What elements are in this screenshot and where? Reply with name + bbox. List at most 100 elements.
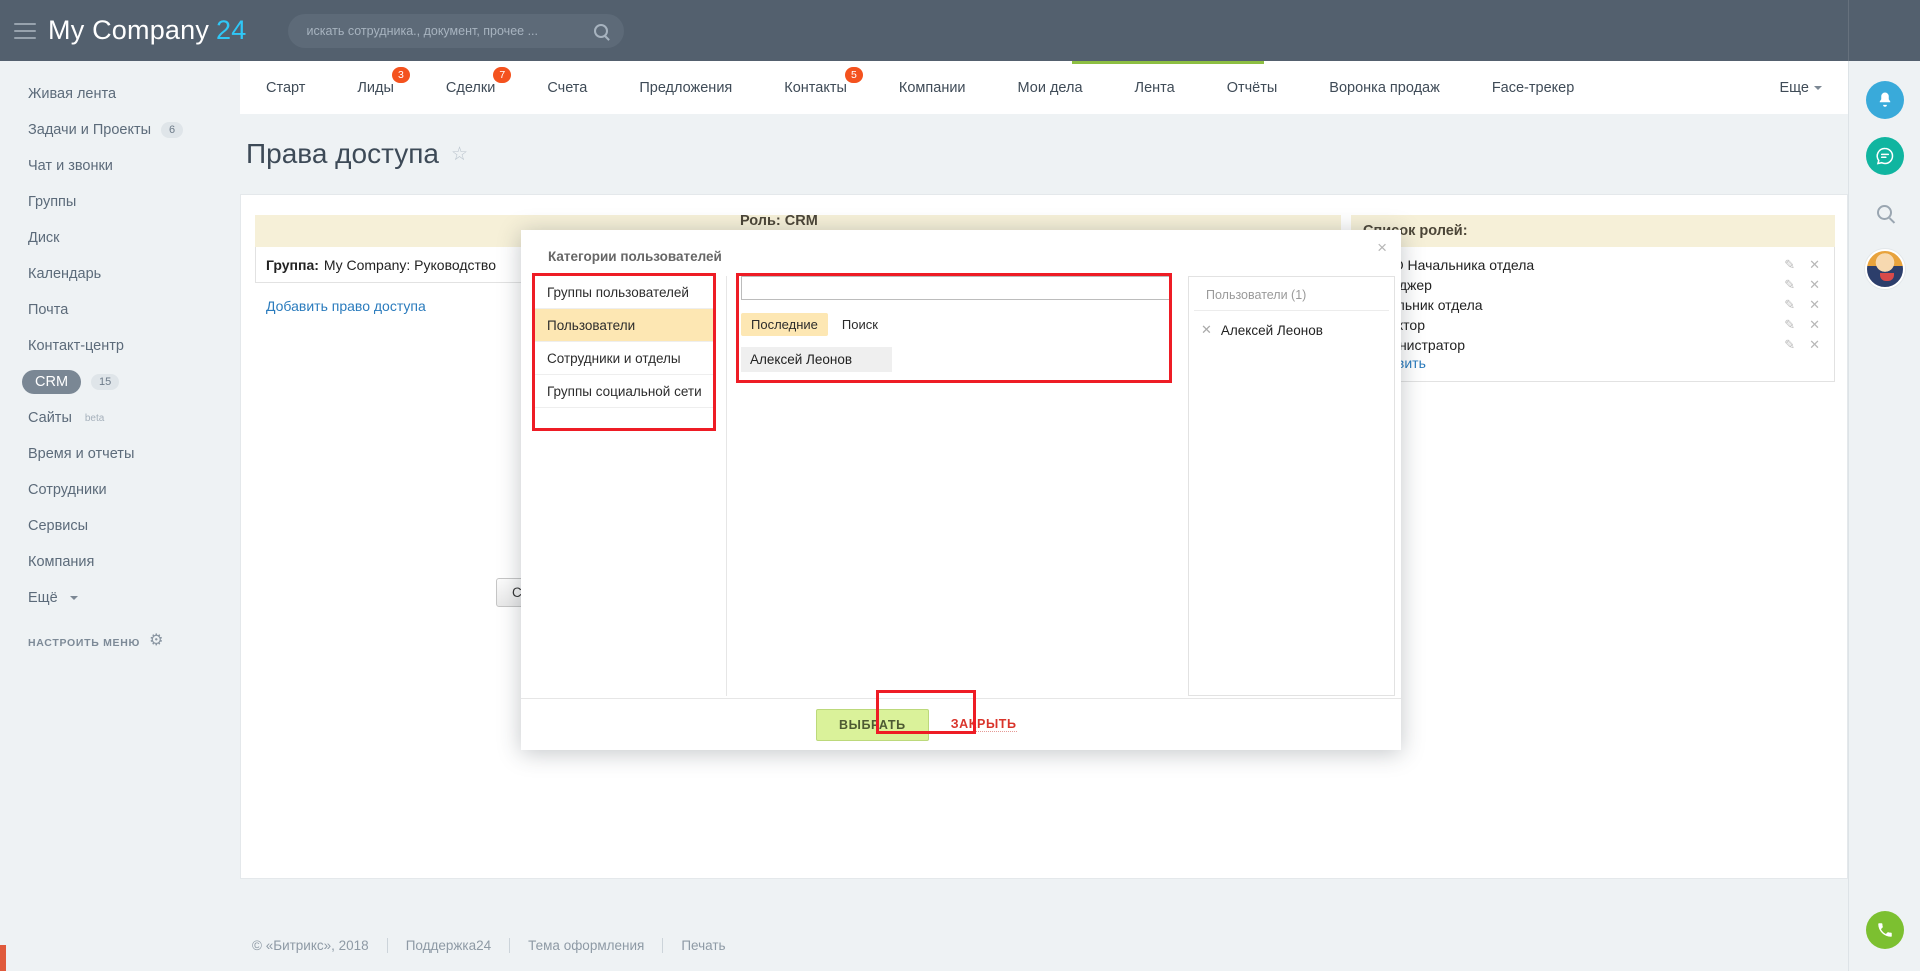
crm-tab-3[interactable]: Счета [521,61,613,114]
crm-tab-0[interactable]: Старт [240,61,331,114]
crm-tab-8[interactable]: Лента [1109,61,1201,114]
user-search-input[interactable] [741,276,1171,300]
crm-tab-count: 7 [493,67,511,83]
sidebar-item-6[interactable]: Почта [0,292,240,328]
close-icon[interactable]: ✕ [1809,257,1820,273]
footer-link-theme[interactable]: Тема оформления [510,938,662,953]
pencil-icon[interactable]: ✎ [1784,277,1795,293]
left-sidebar: Живая лента Задачи и Проекты6Чат и звонки… [0,61,240,971]
search-input[interactable] [304,23,594,39]
sidebar-item-12[interactable]: Сервисы [0,508,240,544]
sidebar-item-label: CRM [22,370,81,394]
close-icon[interactable]: ✕ [1809,317,1820,333]
sidebar-item-badge: 15 [91,374,119,390]
footer-link-print[interactable]: Печать [663,938,743,953]
brand-logo[interactable]: My Company 24 [48,15,246,46]
brand-number: 24 [216,15,246,46]
configure-menu-button[interactable]: НАСТРОИТЬ МЕНЮ [0,636,240,649]
pencil-icon[interactable]: ✎ [1784,257,1795,273]
crm-nav-tabs: Старт Лиды3Сделки7СчетаПредложенияКонтакт… [240,61,1848,114]
global-search[interactable] [288,14,624,48]
sidebar-item-3[interactable]: Группы [0,184,240,220]
crm-tab-10[interactable]: Воронка продаж [1303,61,1466,114]
pencil-icon[interactable]: ✎ [1784,317,1795,333]
chat-icon[interactable] [1866,137,1904,175]
sidebar-item-label: Календарь [28,266,101,282]
crm-tab-7[interactable]: Мои дела [992,61,1109,114]
chevron-down-icon [70,596,78,600]
phone-icon[interactable] [1866,911,1904,949]
sidebar-item-label: Живая лента [28,86,116,102]
footer-link-support[interactable]: Поддержка24 [388,938,509,953]
crm-tab-label: Старт [266,80,305,96]
crm-tab-more[interactable]: Еще [1753,61,1848,114]
sidebar-item-7[interactable]: Контакт-центр [0,328,240,364]
category-item-2[interactable]: Сотрудники и отделы [535,342,715,375]
sidebar-item-13[interactable]: Компания [0,544,240,580]
close-icon[interactable]: ✕ [1809,297,1820,313]
crm-tab-5[interactable]: Контакты5 [758,61,873,114]
category-item-1[interactable]: Пользователи [535,309,715,342]
assistant-avatar[interactable] [1865,249,1905,289]
sidebar-item-0[interactable]: Живая лента [0,76,240,112]
menu-toggle-icon[interactable] [14,23,36,39]
page-header: Права доступа ☆ [240,114,1848,194]
pencil-icon[interactable]: ✎ [1784,297,1795,313]
selected-user-0: ✕ Алексей Леонов [1189,311,1394,349]
favorite-star-icon[interactable]: ☆ [451,143,468,166]
search-icon[interactable] [1866,193,1904,231]
sidebar-item-8[interactable]: CRM 15 [0,364,240,400]
crm-tab-label: Отчёты [1227,80,1278,96]
crm-tab-4[interactable]: Предложения [613,61,758,114]
bell-icon[interactable] [1866,81,1904,119]
category-list: Группы пользователей ПользователиСотрудни… [535,276,715,408]
add-role-link[interactable]: Добавить [1352,355,1834,371]
category-item-0[interactable]: Группы пользователей [535,276,715,309]
selected-user-name: Алексей Леонов [1221,323,1323,338]
crm-tab-1[interactable]: Лиды3 [331,61,420,114]
pencil-icon[interactable]: ✎ [1784,337,1795,353]
close-icon[interactable]: ✕ [1809,337,1820,353]
role-row: ВРИО Начальника отдела✎✕ [1352,255,1834,275]
crm-tab-6[interactable]: Компании [873,61,992,114]
corner-indicator [0,945,6,971]
select-button[interactable]: ВЫБРАТЬ [816,709,929,741]
crm-tab-2[interactable]: Сделки7 [420,61,521,114]
picker-tab-0[interactable]: Последние [741,313,828,336]
roles-panel-title: Список ролей: [1351,215,1835,247]
sidebar-item-9[interactable]: Сайтыbeta [0,400,240,436]
top-header: My Company 24 [0,0,1920,61]
sidebar-item-14[interactable]: Ещё [0,580,240,616]
cancel-button[interactable]: ЗАКРЫТЬ [951,717,1017,732]
roles-panel: ВРИО Начальника отдела✎✕Менеджер✎✕Началь… [1351,247,1835,382]
sidebar-item-label: Время и отчеты [28,446,134,462]
result-item-0[interactable]: Алексей Леонов [741,347,892,372]
crm-tab-9[interactable]: Отчёты [1201,61,1304,114]
sidebar-item-2[interactable]: Чат и звонки [0,148,240,184]
chevron-down-icon [1814,86,1822,90]
gear-icon [150,636,163,649]
remove-icon[interactable]: ✕ [1201,322,1212,338]
close-icon[interactable]: × [1377,239,1387,256]
add-permission-link[interactable]: Добавить право доступа [266,298,426,314]
crm-tab-label: Лиды [357,80,394,96]
crm-tab-label: Воронка продаж [1329,80,1440,96]
role-name: Директор [1364,317,1784,333]
crm-tab-label: Мои дела [1018,80,1083,96]
picker-tab-1[interactable]: Поиск [832,313,888,336]
crm-tab-11[interactable]: Face-трекер [1466,61,1600,114]
category-item-3[interactable]: Группы социальной сети [535,375,715,408]
sidebar-item-1[interactable]: Задачи и Проекты6 [0,112,240,148]
sidebar-item-5[interactable]: Календарь [0,256,240,292]
close-icon[interactable]: ✕ [1809,277,1820,293]
crm-tab-count: 5 [845,67,863,83]
sidebar-item-4[interactable]: Диск [0,220,240,256]
role-actions: ✎✕ [1784,277,1820,293]
sidebar-item-10[interactable]: Время и отчеты [0,436,240,472]
category-label: Группы пользователей [547,285,689,300]
role-actions: ✎✕ [1784,317,1820,333]
sidebar-item-11[interactable]: Сотрудники [0,472,240,508]
picker-tabs: ПоследниеПоиск [741,313,1181,336]
brand-name: My Company [48,15,209,46]
role-row: Администратор✎✕ [1352,335,1834,355]
